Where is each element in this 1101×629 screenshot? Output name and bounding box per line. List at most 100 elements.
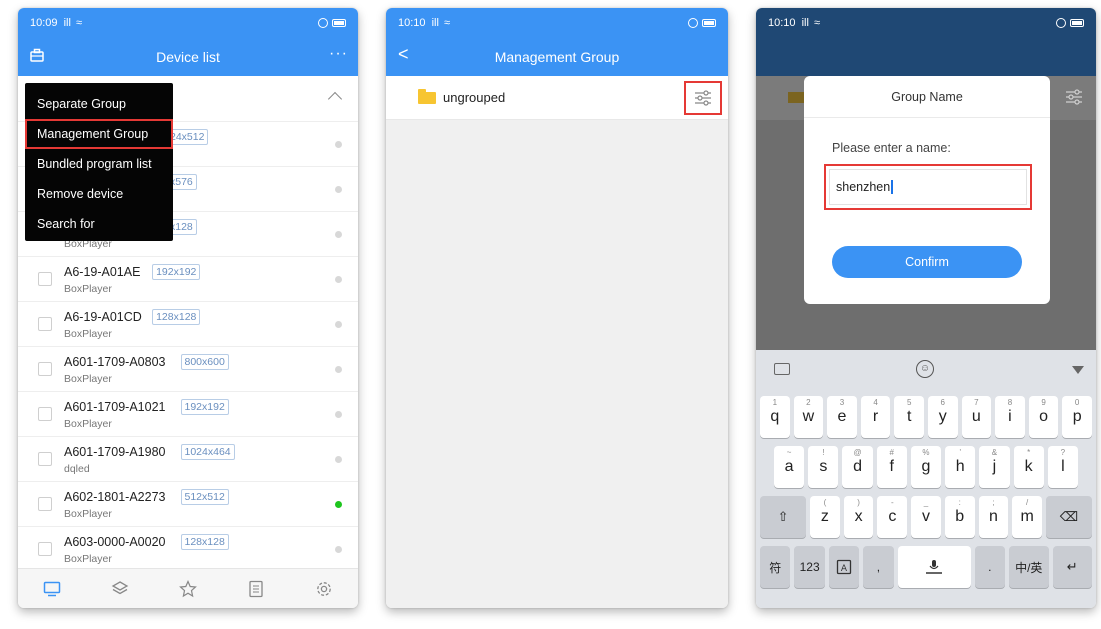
status-time: 10:10 [768, 17, 796, 29]
key-q[interactable]: 1q [760, 396, 790, 438]
row-checkbox[interactable] [38, 542, 52, 556]
period-key[interactable]: . [974, 546, 1005, 588]
table-row[interactable]: A601-1709-A0803 800x600 BoxPlayer [18, 347, 358, 392]
table-row[interactable]: A6-19-A01AE 192x192 BoxPlayer [18, 257, 358, 302]
key-m[interactable]: / m [1012, 496, 1042, 538]
key-e[interactable]: 3e [827, 396, 857, 438]
key-label: u [971, 408, 981, 425]
name-input-highlight: shenzhen [824, 164, 1032, 210]
table-row[interactable]: A601-1709-A1021 192x192 BoxPlayer [18, 392, 358, 437]
resolution-badge: 1024x464 [180, 444, 235, 460]
emoji-icon[interactable]: ☺ [916, 360, 934, 378]
key-t[interactable]: 5t [894, 396, 924, 438]
key-n[interactable]: ; n [978, 496, 1009, 538]
key-hint: 9 [1041, 398, 1046, 407]
space-key[interactable] [897, 546, 971, 588]
confirm-button[interactable]: Confirm [832, 246, 1022, 278]
backspace-key[interactable]: ⌫ [1045, 496, 1092, 538]
key-i[interactable]: 8i [995, 396, 1025, 438]
key-c[interactable]: -c [877, 496, 908, 538]
status-dot [335, 141, 342, 148]
key-h[interactable]: ' h [945, 446, 976, 488]
menu-item-search-for[interactable]: Search for [25, 209, 173, 239]
a-box-icon: A [836, 559, 852, 575]
document-icon[interactable] [246, 579, 266, 599]
page-title: Management Group [494, 49, 620, 65]
text-caret [891, 180, 893, 194]
key-y[interactable]: 6y [927, 396, 958, 438]
table-row[interactable]: A602-1801-A2273 512x512 BoxPlayer [18, 482, 358, 527]
table-row[interactable]: A603-0000-A0020 128x128 BoxPlayer [18, 527, 358, 568]
key-s[interactable]: ! s [808, 446, 839, 488]
key-r[interactable]: 4r [860, 396, 891, 438]
dialog-prompt: Please enter a name: [832, 141, 951, 155]
key-x[interactable]: ) x [843, 496, 874, 538]
key-label: n [988, 508, 998, 525]
sliders-icon[interactable] [693, 89, 713, 107]
key-hint: ' [959, 448, 961, 457]
symbol-key[interactable]: 符 [760, 546, 791, 588]
row-checkbox[interactable] [38, 362, 52, 376]
shift-key[interactable]: ⇧ [760, 496, 807, 538]
enter-key[interactable]: ↵ [1052, 546, 1093, 588]
more-icon[interactable]: ··· [329, 45, 348, 63]
monitor-icon[interactable] [42, 579, 62, 599]
key-hint: 0 [1074, 398, 1080, 407]
device-type: BoxPlayer [64, 328, 112, 340]
key-hint: % [922, 448, 930, 457]
phone-group-name-dialog: 10:10 ill ≈ Group Name Please enter a na… [756, 8, 1096, 608]
key-l[interactable]: ? l [1047, 446, 1078, 488]
row-checkbox[interactable] [38, 497, 52, 511]
key-label: l [1061, 458, 1065, 475]
key-v[interactable]: _ v [911, 496, 941, 538]
table-row[interactable]: A601-1709-A1980 1024x464 dqled [18, 437, 358, 482]
key-w[interactable]: 2w [793, 396, 824, 438]
header-bar: 10:10 ill ≈ < Management Group [386, 8, 728, 76]
chevron-up-icon[interactable] [327, 91, 343, 107]
menu-item-separate-group[interactable]: Separate Group [25, 89, 173, 119]
gear-icon[interactable] [314, 579, 334, 599]
device-type: BoxPlayer [64, 418, 112, 430]
device-type: BoxPlayer [64, 508, 112, 520]
row-checkbox[interactable] [38, 272, 52, 286]
group-settings-button[interactable] [684, 81, 722, 115]
dropdown-menu: Separate Group Management Group Bundled … [25, 83, 173, 241]
menu-item-management-group[interactable]: Management Group [25, 119, 173, 149]
key-f[interactable]: # f [876, 446, 907, 488]
key-g[interactable]: % g [910, 446, 942, 488]
key-label: i [1008, 408, 1012, 425]
key-hint: - [890, 498, 894, 507]
list-item-ungrouped[interactable]: ungrouped [386, 76, 728, 120]
menu-item-remove-device[interactable]: Remove device [25, 179, 173, 209]
menu-item-bundled-program-list[interactable]: Bundled program list [25, 149, 173, 179]
key-hint: 5 [906, 398, 912, 407]
table-row[interactable]: A6-19-A01CD 128x128 BoxPlayer [18, 302, 358, 347]
keyboard-toolbar: ☺ [756, 350, 1096, 390]
keyboard-icon[interactable] [774, 363, 790, 375]
key-u[interactable]: 7u [961, 396, 992, 438]
number-key[interactable]: 123 [794, 546, 825, 588]
key-a[interactable]: ~ a [774, 446, 805, 488]
wifi-icon: ≈ [814, 17, 821, 29]
key-d[interactable]: @ d [842, 446, 873, 488]
row-checkbox[interactable] [38, 452, 52, 466]
group-name-input[interactable]: shenzhen [829, 169, 1027, 205]
comma-key[interactable]: , [863, 546, 894, 588]
collapse-keyboard-icon[interactable] [1072, 366, 1084, 374]
row-checkbox[interactable] [38, 317, 52, 331]
text-input-mode-key[interactable]: A [828, 546, 860, 588]
device-name: A601-1709-A1980 [64, 445, 166, 459]
language-switch-key[interactable]: 中/英 [1008, 546, 1049, 588]
key-j[interactable]: & j [979, 446, 1010, 488]
device-type: BoxPlayer [64, 373, 112, 385]
key-k[interactable]: * k [1013, 446, 1044, 488]
key-o[interactable]: 9o [1028, 396, 1059, 438]
resolution-badge: 128x128 [152, 309, 201, 325]
star-icon[interactable] [178, 579, 198, 599]
key-z[interactable]: (z [810, 496, 840, 538]
key-p[interactable]: 0p [1062, 396, 1092, 438]
layers-icon[interactable] [110, 579, 130, 599]
status-dot [335, 411, 342, 418]
key-b[interactable]: :b [944, 496, 975, 538]
row-checkbox[interactable] [38, 407, 52, 421]
